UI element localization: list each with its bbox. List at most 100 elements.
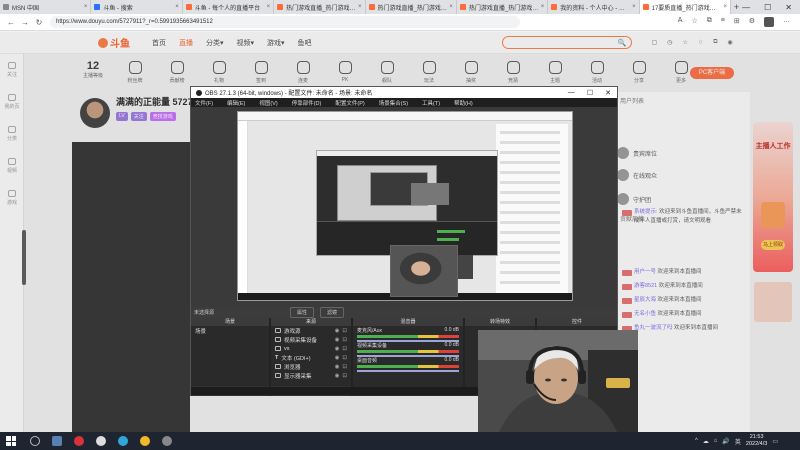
feature-tile[interactable]: 签到 [240, 56, 282, 90]
profile-avatar[interactable] [764, 17, 774, 27]
extensions-icon[interactable]: ⚙ [749, 17, 755, 27]
obs-maximize-button[interactable]: ☐ [587, 89, 593, 97]
tab-close-icon[interactable]: × [84, 4, 88, 10]
obs-icon[interactable] [96, 436, 106, 446]
source-item[interactable]: 视频采集设备 ◉ ⊡ [271, 335, 351, 344]
feature-tile[interactable]: 活动 [576, 56, 618, 90]
browser-tab[interactable]: 热门游戏直播_热门游戏视频_热× [457, 0, 549, 14]
chat-user[interactable]: 游客8521 [634, 283, 657, 289]
visibility-eye-icon[interactable]: ◉ [335, 328, 340, 334]
scene-item[interactable]: 场景 [191, 326, 269, 335]
chat-user[interactable]: 鱼丸一波流了吗 [634, 325, 673, 331]
visibility-eye-icon[interactable]: ◉ [335, 346, 340, 352]
menu-edit[interactable]: 编辑(E) [227, 99, 245, 107]
taskbar-clock[interactable]: 21:53 2022/4/3 [746, 434, 767, 448]
collections-icon[interactable]: ⊞ [734, 17, 740, 27]
panel-row[interactable]: 在线观众 [617, 168, 747, 182]
header-icon[interactable]: ⧉ [713, 39, 717, 46]
obs-running-icon[interactable] [162, 436, 172, 446]
nav-video[interactable]: 视频▾ [237, 38, 255, 48]
rail-item-follow[interactable]: 关注 [0, 54, 24, 86]
tab-close-icon[interactable]: × [449, 4, 453, 10]
promo-button[interactable]: 马上领取 [761, 240, 785, 250]
header-icon[interactable]: ☆ [682, 39, 687, 46]
properties-button[interactable]: 属性 [290, 307, 315, 318]
menu-scene-collection[interactable]: 场景集合(S) [379, 99, 408, 107]
forward-icon[interactable]: → [18, 18, 32, 27]
lock-icon[interactable]: ⊡ [342, 373, 347, 379]
feature-tile[interactable]: 连麦 [282, 56, 324, 90]
rail-item-mine[interactable]: 我的页 [0, 86, 24, 118]
menu-docks[interactable]: 停靠部件(D) [292, 99, 322, 107]
more-menu-icon[interactable]: … [783, 17, 790, 27]
nav-category[interactable]: 分类▾ [206, 38, 224, 48]
source-item[interactable]: 浏览器 ◉ ⊡ [271, 362, 351, 371]
cloud-icon[interactable]: ☁ [703, 438, 709, 445]
menu-view[interactable]: 视图(V) [259, 99, 277, 107]
header-icon[interactable]: ◉ [728, 39, 733, 46]
source-item[interactable]: T 文本 (GDI+) ◉ ⊡ [271, 353, 351, 362]
feature-tile[interactable]: 玩法 [408, 56, 450, 90]
visibility-eye-icon[interactable]: ◉ [335, 373, 340, 379]
header-icon[interactable]: ▢ [652, 39, 658, 46]
browser-tab[interactable]: 热门游戏直播_热门游戏视频_热× [274, 0, 366, 14]
feature-tile[interactable]: 竞猜 [492, 56, 534, 90]
windows-start-icon[interactable] [6, 436, 16, 446]
notification-icon[interactable]: ▭ [772, 438, 778, 445]
panel-row[interactable]: 贵宾席位 [617, 146, 747, 160]
feature-tile[interactable]: PK [324, 56, 366, 90]
category-badge[interactable]: 竞技游戏 [149, 112, 176, 121]
lock-icon[interactable]: ⊡ [342, 328, 347, 334]
source-item[interactable]: vs ◉ ⊡ [271, 344, 351, 353]
browser-tab[interactable]: 我的资料 - 个人中心 - 斗鱼 × [548, 0, 640, 14]
visibility-eye-icon[interactable]: ◉ [335, 364, 340, 370]
minimize-button[interactable]: — [742, 3, 750, 12]
anchor-avatar[interactable] [80, 98, 110, 128]
tab-close-icon[interactable]: × [541, 4, 545, 10]
lock-icon[interactable]: ⊡ [342, 337, 347, 343]
volume-icon[interactable]: 🔊 [722, 438, 729, 445]
menu-file[interactable]: 文件(F) [195, 99, 213, 107]
douyu-logo[interactable]: 斗鱼 [98, 36, 132, 50]
rail-item-video[interactable]: 视频 [0, 150, 24, 182]
volume-slider[interactable] [357, 370, 459, 372]
promo-banner-small[interactable] [754, 282, 792, 322]
netease-music-icon[interactable] [74, 436, 84, 446]
search-icon[interactable]: 🔍 [618, 39, 627, 47]
rail-item-game[interactable]: 游戏 [0, 182, 24, 214]
close-button[interactable]: ✕ [785, 3, 792, 12]
browser-tab-active[interactable]: 17要质直播_热门游戏直播_斗鱼直× [639, 0, 731, 14]
nav-live[interactable]: 直播 [179, 38, 193, 48]
header-icon[interactable]: ◷ [667, 39, 672, 46]
rail-item-category[interactable]: 分类 [0, 118, 24, 150]
source-item[interactable]: 游戏源 ◉ ⊡ [271, 326, 351, 335]
tab-close-icon[interactable]: × [358, 4, 362, 10]
feature-tile[interactable]: 贡献榜 [156, 56, 198, 90]
menu-help[interactable]: 帮助(H) [454, 99, 473, 107]
chrome-icon[interactable] [140, 436, 150, 446]
input-method-icon[interactable]: 英 [735, 437, 741, 446]
tab-close-icon[interactable]: × [723, 4, 727, 10]
tab-close-icon[interactable]: × [632, 4, 636, 10]
feature-tile[interactable]: 舰队 [366, 56, 408, 90]
refresh-icon[interactable]: ↻ [32, 18, 46, 27]
search-taskbar-icon[interactable] [30, 436, 40, 446]
rail-collapse-handle[interactable] [22, 230, 26, 285]
menu-profile[interactable]: 配置文件(P) [335, 99, 364, 107]
video-player[interactable] [72, 142, 190, 432]
browser-tab[interactable]: 斗鱼 - 搜索 × [91, 0, 183, 14]
split-screen-icon[interactable]: ⧉ [707, 17, 712, 27]
chat-user[interactable]: 系统提示: [634, 209, 658, 215]
chat-user[interactable]: 无名小鱼 [634, 311, 656, 317]
nav-yuba[interactable]: 鱼吧 [298, 38, 312, 48]
network-icon[interactable]: ⌂ [714, 438, 718, 444]
feature-tile[interactable]: 分享 [618, 56, 660, 90]
search-input[interactable]: 🔍 [501, 36, 632, 49]
feature-tile[interactable]: 礼物 [198, 56, 240, 90]
nav-game[interactable]: 游戏▾ [267, 38, 285, 48]
lock-icon[interactable]: ⊡ [342, 346, 347, 352]
browser-tab[interactable]: 斗鱼 - 每个人的直播平台 × [183, 0, 275, 14]
feature-tile[interactable]: 主题 [534, 56, 576, 90]
nav-home[interactable]: 首页 [152, 38, 166, 48]
lock-icon[interactable]: ⊡ [342, 355, 347, 361]
